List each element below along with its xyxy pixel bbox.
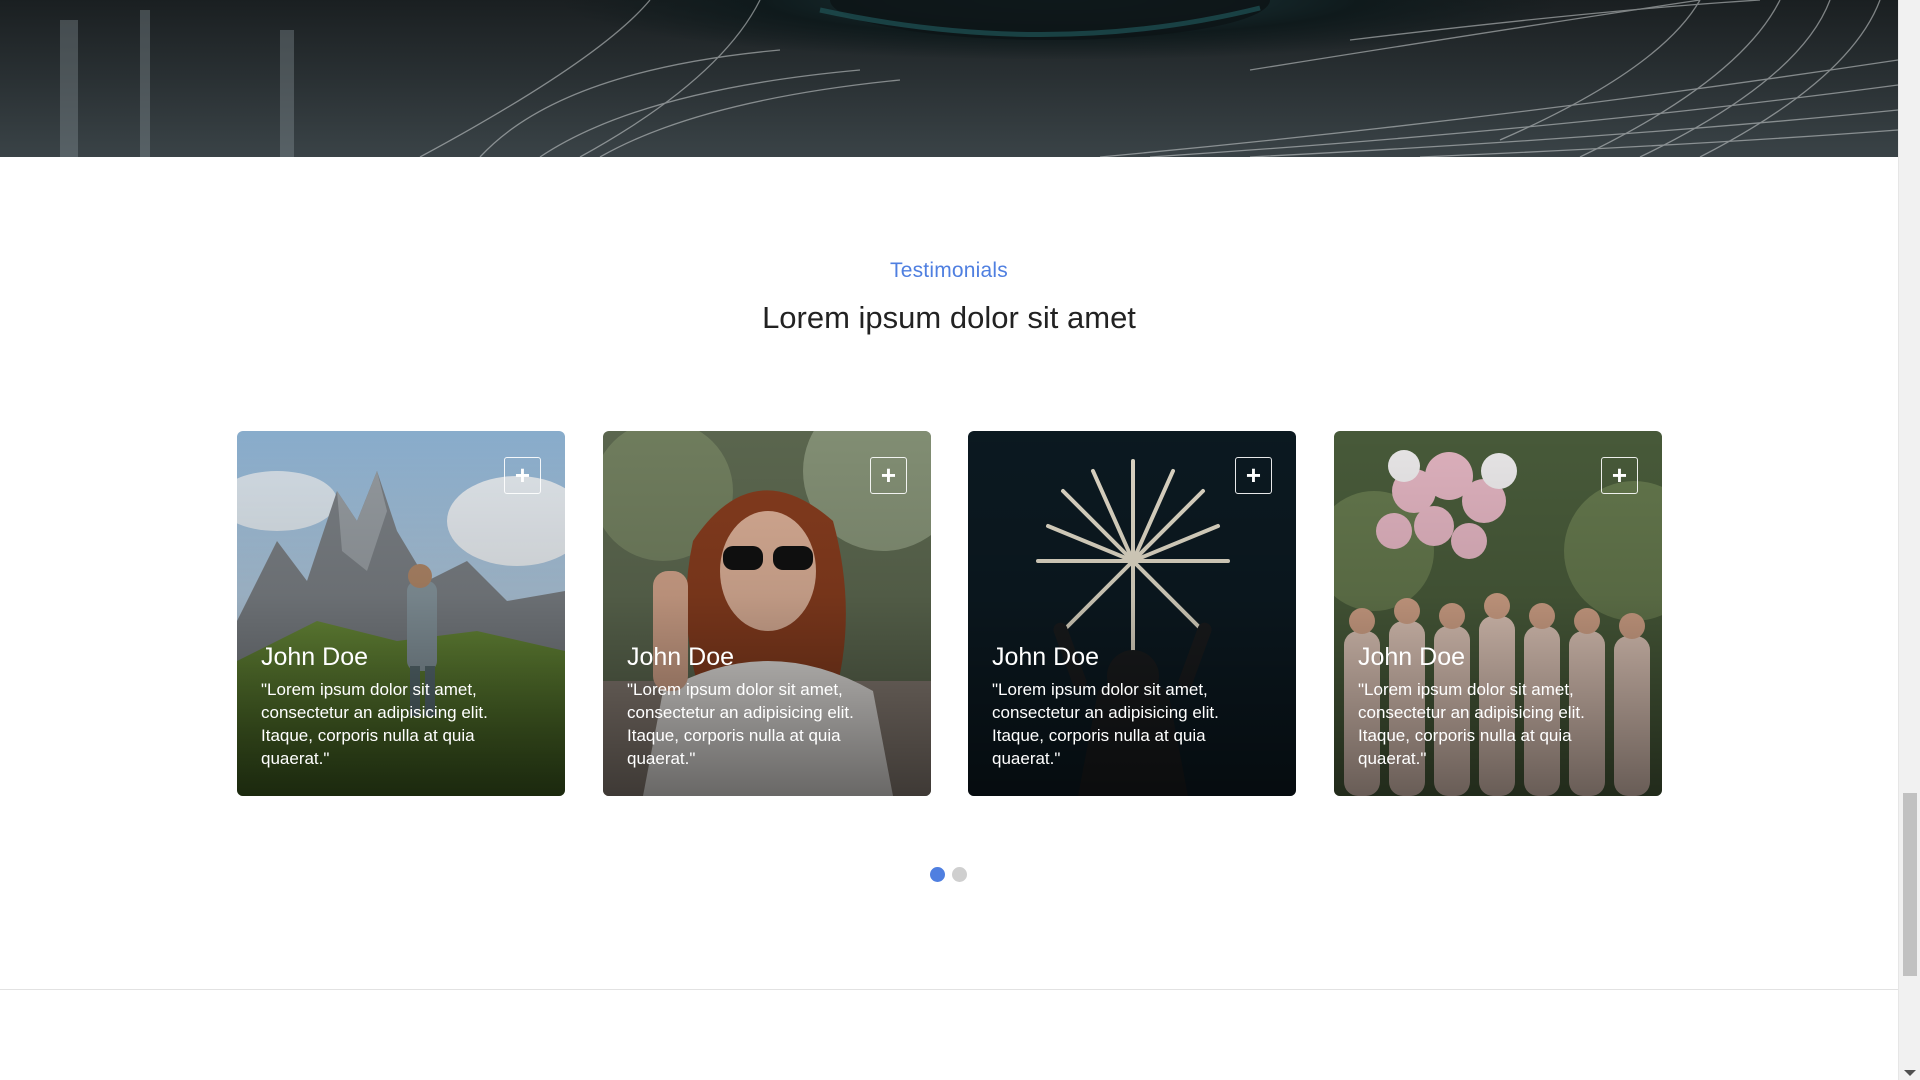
plus-icon: +	[1245, 459, 1262, 490]
testimonial-card[interactable]: + John Doe "Lorem ipsum dolor sit amet, …	[603, 431, 931, 796]
section-eyebrow: Testimonials	[890, 259, 1008, 282]
expand-button[interactable]: +	[870, 457, 907, 494]
testimonial-name: John Doe	[627, 643, 735, 671]
carousel-dot-1[interactable]	[930, 867, 945, 882]
testimonial-name: John Doe	[1358, 643, 1466, 671]
plus-icon: +	[514, 459, 531, 490]
plus-icon: +	[1611, 459, 1628, 490]
page-scrollbar[interactable]	[1898, 0, 1920, 1080]
plus-icon: +	[880, 459, 897, 490]
testimonial-quote: "Lorem ipsum dolor sit amet, consectetur…	[992, 680, 1219, 768]
testimonial-card[interactable]: + John Doe "Lorem ipsum dolor sit amet, …	[237, 431, 565, 796]
testimonial-name: John Doe	[992, 643, 1100, 671]
road-light-trails	[60, 0, 1898, 157]
hero-image	[0, 0, 1898, 157]
testimonial-quote: "Lorem ipsum dolor sit amet, consectetur…	[1358, 680, 1585, 768]
scroll-down-arrow-icon[interactable]	[1904, 1070, 1916, 1076]
testimonial-quote: "Lorem ipsum dolor sit amet, consectetur…	[627, 680, 854, 768]
testimonial-card[interactable]: + John Doe "Lorem ipsum dolor sit amet, …	[968, 431, 1296, 796]
expand-button[interactable]: +	[1235, 457, 1272, 494]
carousel-pagination	[930, 867, 967, 882]
testimonial-name: John Doe	[261, 643, 369, 671]
section-title: Lorem ipsum dolor sit amet	[762, 300, 1136, 335]
scrollbar-thumb[interactable]	[1903, 793, 1917, 976]
testimonial-quote: "Lorem ipsum dolor sit amet, consectetur…	[261, 680, 488, 768]
testimonial-carousel: + John Doe "Lorem ipsum dolor sit amet, …	[237, 431, 1663, 796]
expand-button[interactable]: +	[1601, 457, 1638, 494]
section-divider	[0, 989, 1898, 990]
testimonial-card[interactable]: + John Doe "Lorem ipsum dolor sit amet, …	[1334, 431, 1662, 796]
carousel-dot-2[interactable]	[952, 867, 967, 882]
expand-button[interactable]: +	[504, 457, 541, 494]
